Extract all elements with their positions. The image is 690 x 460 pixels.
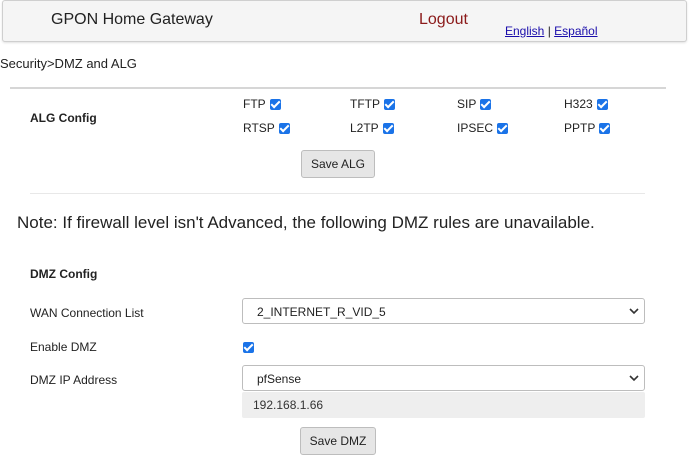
wan-connection-value: 2_INTERNET_R_VID_5	[257, 305, 386, 319]
section-divider	[10, 87, 666, 89]
alg-ftp-label: FTP	[243, 97, 266, 111]
lang-spanish-link[interactable]: Español	[554, 24, 597, 38]
alg-h323-checkbox[interactable]	[596, 98, 608, 110]
alg-ipsec-label: IPSEC	[457, 121, 494, 135]
alg-h323-label: H323	[564, 97, 593, 111]
alg-sip-checkbox[interactable]	[480, 98, 492, 110]
alg-sip: SIP	[457, 97, 492, 111]
alg-tftp-label: TFTP	[350, 97, 380, 111]
alg-pptp-label: PPTP	[564, 121, 596, 135]
alg-rtsp-label: RTSP	[243, 121, 275, 135]
alg-l2tp-label: L2TP	[350, 121, 379, 135]
alg-ipsec: IPSEC	[457, 121, 509, 135]
alg-ftp: FTP	[243, 97, 281, 111]
chevron-down-icon	[629, 375, 639, 382]
alg-rtsp-checkbox[interactable]	[278, 122, 290, 134]
dmz-ip-address-value: 192.168.1.66	[253, 398, 324, 412]
breadcrumb: Security>DMZ and ALG	[0, 56, 137, 71]
save-alg-button[interactable]: Save ALG	[301, 150, 375, 178]
alg-dmz-divider	[30, 193, 645, 194]
dmz-config-label: DMZ Config	[30, 267, 98, 281]
alg-tftp: TFTP	[350, 97, 395, 111]
dmz-ip-select-value: pfSense	[257, 372, 302, 386]
alg-tftp-checkbox[interactable]	[384, 98, 395, 110]
save-dmz-button[interactable]: Save DMZ	[300, 427, 376, 455]
chevron-down-icon	[629, 308, 639, 315]
gateway-page: GPON Home Gateway Logout English | Españ…	[0, 0, 690, 460]
alg-h323: H323	[564, 97, 608, 111]
alg-ipsec-checkbox[interactable]	[497, 122, 509, 134]
alg-l2tp-checkbox[interactable]	[382, 122, 394, 134]
logout-link[interactable]: Logout	[419, 11, 468, 29]
dmz-ip-select[interactable]: pfSense	[242, 365, 645, 391]
firewall-note: Note: If firewall level isn't Advanced, …	[17, 213, 595, 232]
wan-connection-label: WAN Connection List	[30, 306, 144, 320]
alg-rtsp: RTSP	[243, 121, 290, 135]
dmz-ip-address-field: 192.168.1.66	[242, 392, 645, 418]
alg-sip-label: SIP	[457, 97, 477, 111]
wan-connection-select[interactable]: 2_INTERNET_R_VID_5	[242, 298, 645, 324]
language-switcher: English | Español	[505, 24, 598, 38]
alg-pptp-checkbox[interactable]	[599, 122, 611, 134]
alg-ftp-checkbox[interactable]	[269, 98, 281, 110]
lang-separator: |	[544, 24, 555, 38]
app-title: GPON Home Gateway	[51, 11, 213, 28]
alg-pptp: PPTP	[564, 121, 611, 135]
enable-dmz-label: Enable DMZ	[30, 340, 97, 354]
dmz-ip-label: DMZ IP Address	[30, 373, 118, 387]
enable-dmz-checkbox[interactable]	[243, 342, 254, 353]
lang-english-link[interactable]: English	[505, 24, 544, 38]
alg-l2tp: L2TP	[350, 121, 394, 135]
alg-config-label: ALG Config	[30, 111, 97, 125]
header-bar: GPON Home Gateway Logout English | Españ…	[2, 0, 687, 42]
